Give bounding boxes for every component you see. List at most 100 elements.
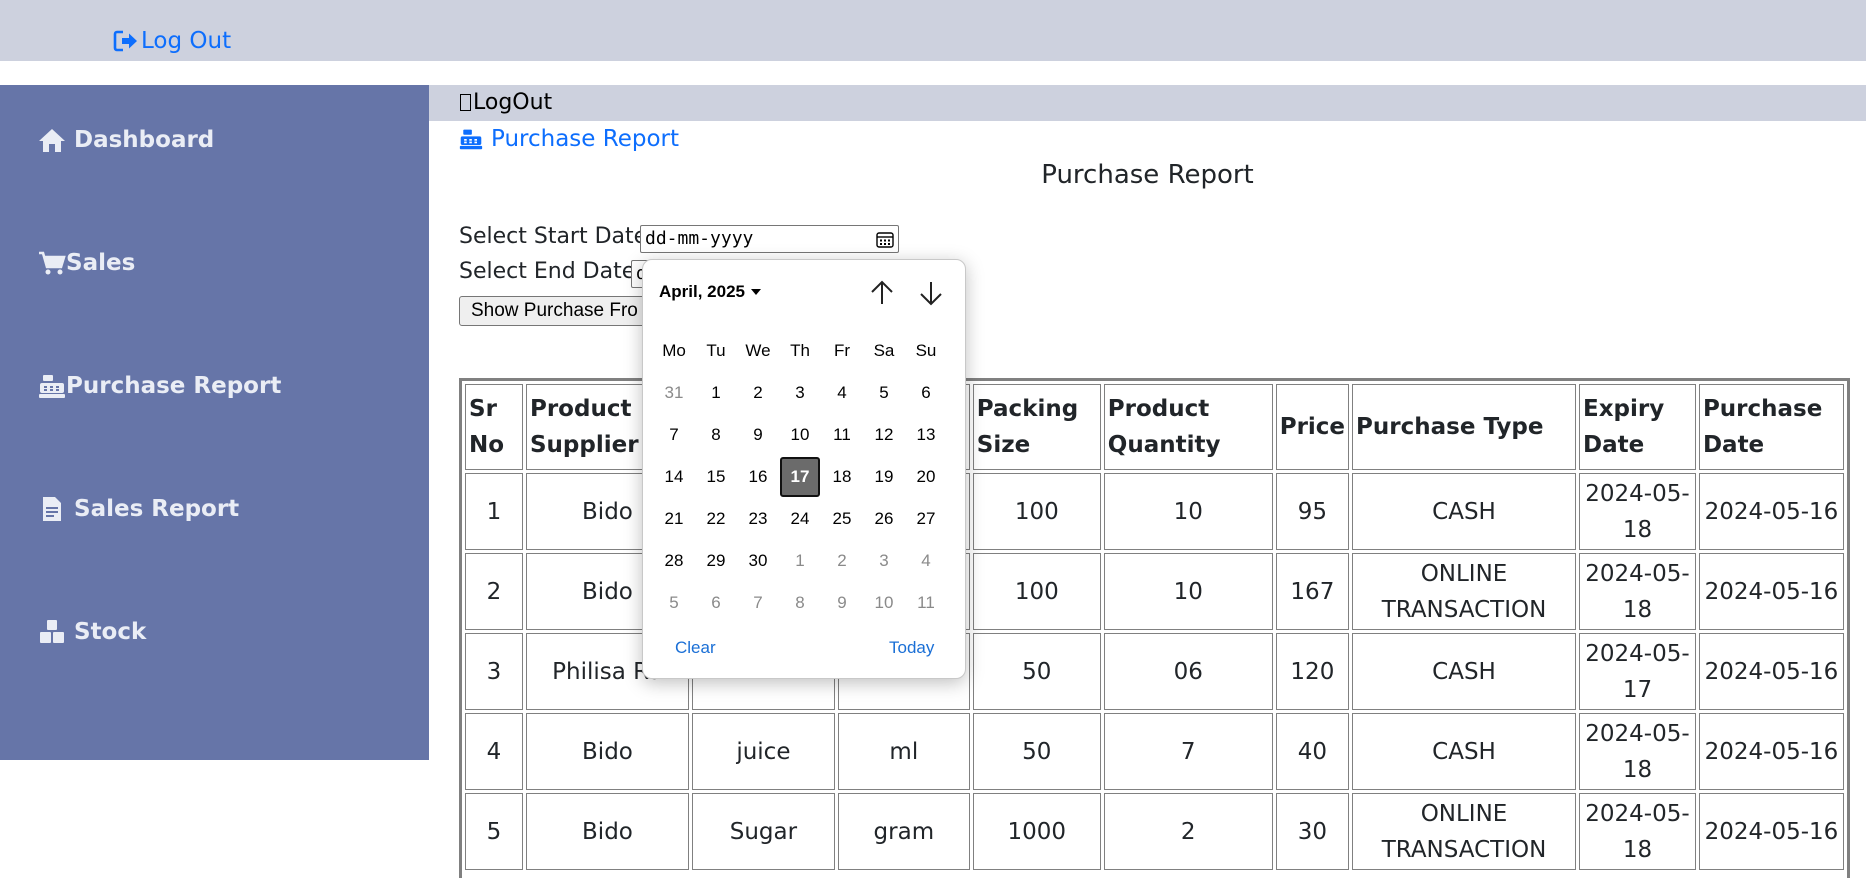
sidebar: Dashboard Sales Purchase Report Sales Re… <box>0 85 429 760</box>
calendar-day-outside[interactable]: 10 <box>863 582 905 624</box>
cell-purchase-date: 2024-05-16 <box>1698 633 1844 710</box>
header-price: Price <box>1275 384 1350 470</box>
calendar-day-outside[interactable]: 3 <box>863 540 905 582</box>
cell-purchase-date: 2024-05-16 <box>1698 473 1844 550</box>
calendar-day[interactable]: 25 <box>821 498 863 540</box>
cell-expiry-date: 2024-05-18 <box>1578 553 1696 630</box>
header-purchase-type: Purchase Type <box>1352 384 1576 470</box>
calendar-day[interactable]: 13 <box>905 414 947 456</box>
header-sr-no: Sr No <box>465 384 523 470</box>
month-year-selector[interactable]: April, 2025 <box>659 282 761 302</box>
calendar-day-outside[interactable]: 5 <box>653 582 695 624</box>
cell-purchase-type: CASH <box>1352 473 1576 550</box>
weekday-header-row: Mo Tu We Th Fr Sa Su <box>653 330 947 372</box>
previous-month-button[interactable] <box>867 278 897 308</box>
calendar-day[interactable]: 3 <box>779 372 821 414</box>
calendar-day[interactable]: 19 <box>863 456 905 498</box>
calendar-day[interactable]: 7 <box>653 414 695 456</box>
header-expiry-date: Expiry Date <box>1578 384 1696 470</box>
missing-glyph-icon <box>460 94 471 111</box>
clear-button[interactable]: Clear <box>675 638 716 658</box>
page-title: Purchase Report <box>1041 160 1254 190</box>
calendar-day[interactable]: 11 <box>821 414 863 456</box>
calendar-day[interactable]: 29 <box>695 540 737 582</box>
calendar-week-row: 28 29 30 1 2 3 4 <box>653 540 947 582</box>
sidebar-item-dashboard[interactable]: Dashboard <box>38 127 214 153</box>
weekday-label: Su <box>915 341 937 360</box>
calendar-day-outside[interactable]: 31 <box>653 372 695 414</box>
calendar-day-outside[interactable]: 6 <box>695 582 737 624</box>
breadcrumb-purchase-report[interactable]: Purchase Report <box>459 126 679 152</box>
main-header-strip: LogOut <box>429 85 1866 121</box>
sidebar-item-sales-report[interactable]: Sales Report <box>38 496 239 522</box>
calendar-day[interactable]: 21 <box>653 498 695 540</box>
cell-expiry-date: 2024-05-18 <box>1578 793 1696 870</box>
selected-day-value: 17 <box>780 457 820 497</box>
start-date-input[interactable]: dd-mm-yyyy <box>640 225 899 253</box>
next-month-button[interactable] <box>916 278 946 308</box>
calendar-day[interactable]: 18 <box>821 456 863 498</box>
calendar-day[interactable]: 22 <box>695 498 737 540</box>
calendar-week-row: 14 15 16 17 18 19 20 <box>653 456 947 498</box>
cell-price: 167 <box>1275 553 1350 630</box>
calendar-day[interactable]: 28 <box>653 540 695 582</box>
table-row: 5 Bido Sugar gram 1000 2 30 ONLINE TRANS… <box>465 793 1844 870</box>
show-purchase-button[interactable]: Show Purchase Fro <box>459 296 669 326</box>
cell-packing-size: 1000 <box>972 793 1101 870</box>
weekday-label: Mo <box>662 341 686 360</box>
start-date-label: Select Start Date <box>459 224 648 249</box>
calendar-day[interactable]: 1 <box>695 372 737 414</box>
calendar-day[interactable]: 26 <box>863 498 905 540</box>
calendar-day[interactable]: 15 <box>695 456 737 498</box>
calendar-day[interactable]: 2 <box>737 372 779 414</box>
cell-col-3: Sugar <box>691 793 835 870</box>
calendar-icon[interactable] <box>876 231 894 248</box>
sidebar-item-label: Sales <box>66 250 136 276</box>
cell-quantity: 10 <box>1103 473 1273 550</box>
header-product-quantity: Product Quantity <box>1103 384 1273 470</box>
calendar-day[interactable]: 27 <box>905 498 947 540</box>
calendar-day-outside[interactable]: 7 <box>737 582 779 624</box>
cell-sr-no: 2 <box>465 553 523 630</box>
calendar-day-selected[interactable]: 17 <box>779 456 821 498</box>
calendar-day[interactable]: 6 <box>905 372 947 414</box>
calendar-day-outside[interactable]: 4 <box>905 540 947 582</box>
logout-label: LogOut <box>473 90 553 115</box>
logout-link[interactable]: LogOut <box>460 90 552 115</box>
sidebar-item-sales[interactable]: Sales <box>38 250 135 276</box>
top-bar: Log Out <box>0 0 1866 61</box>
calendar-day[interactable]: 4 <box>821 372 863 414</box>
date-picker-popup: April, 2025 Mo Tu We Th Fr Sa Su 31 1 2 … <box>642 259 966 679</box>
cell-col-4: gram <box>837 793 970 870</box>
top-logout-link[interactable]: Log Out <box>113 28 231 54</box>
calendar-day[interactable]: 10 <box>779 414 821 456</box>
calendar-day-outside[interactable]: 11 <box>905 582 947 624</box>
calendar-day[interactable]: 5 <box>863 372 905 414</box>
header-packing-size: Packing Size <box>972 384 1101 470</box>
cell-packing-size: 50 <box>972 633 1101 710</box>
calendar-day[interactable]: 14 <box>653 456 695 498</box>
calendar-day-outside[interactable]: 2 <box>821 540 863 582</box>
caret-down-icon <box>751 289 761 295</box>
calendar-day[interactable]: 23 <box>737 498 779 540</box>
calendar-day-outside[interactable]: 8 <box>779 582 821 624</box>
calendar-day[interactable]: 20 <box>905 456 947 498</box>
sidebar-item-stock[interactable]: Stock <box>38 619 146 645</box>
today-button[interactable]: Today <box>889 638 934 658</box>
calendar-day[interactable]: 24 <box>779 498 821 540</box>
calendar-day[interactable]: 12 <box>863 414 905 456</box>
calendar-day-outside[interactable]: 1 <box>779 540 821 582</box>
calendar-day[interactable]: 16 <box>737 456 779 498</box>
calendar-day[interactable]: 30 <box>737 540 779 582</box>
cell-purchase-type: CASH <box>1352 633 1576 710</box>
calendar-week-row: 5 6 7 8 9 10 11 <box>653 582 947 624</box>
calendar-day-outside[interactable]: 9 <box>821 582 863 624</box>
sidebar-item-purchase-report[interactable]: Purchase Report <box>38 373 281 399</box>
cell-price: 95 <box>1275 473 1350 550</box>
file-invoice-icon <box>43 497 61 521</box>
sidebar-item-label: Stock <box>74 619 147 645</box>
cell-price: 120 <box>1275 633 1350 710</box>
calendar-day[interactable]: 9 <box>737 414 779 456</box>
weekday-label: We <box>745 341 771 360</box>
calendar-day[interactable]: 8 <box>695 414 737 456</box>
